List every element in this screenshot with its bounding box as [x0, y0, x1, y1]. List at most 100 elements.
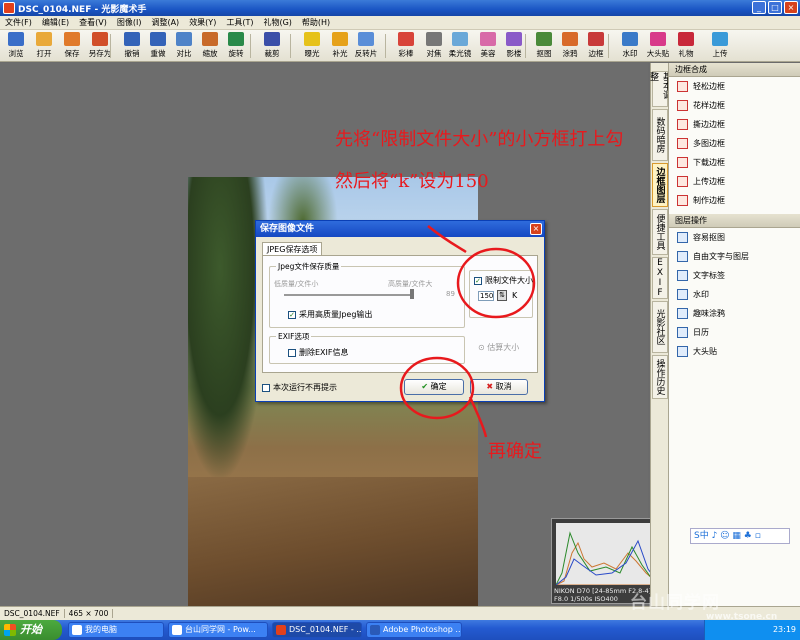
menu-item[interactable]: 礼物(G) [258, 17, 296, 28]
toolbar-zoom-button[interactable]: 缩放 [196, 32, 224, 60]
estimate-size-button[interactable]: ⊙ 估算大小 [478, 342, 519, 353]
border-panel-item[interactable]: 花样边框 [669, 96, 800, 115]
task-photo-editor[interactable]: DSC_0104.NEF - ... [272, 622, 362, 638]
quality-group-label: Jpeg文件保存质量 [276, 261, 342, 272]
exif-group: EXIF选项 删除EXIF信息 [269, 331, 465, 364]
ime-toolbar[interactable]: S中 ♪ ☺ ▦ ♣ ▫ [690, 528, 790, 544]
minimize-button[interactable]: _ [752, 1, 766, 14]
side-tab[interactable]: 数码暗房 [652, 109, 668, 161]
toolbar-studio-button[interactable]: 影楼 [500, 32, 528, 60]
layer-panel-item[interactable]: 大头贴 [669, 342, 800, 361]
toolbar-label: 旋转 [228, 49, 244, 58]
toolbar-fill-light-button[interactable]: 补光 [326, 32, 354, 60]
side-tab-strip: 基本调整数码暗房边框图层便捷工具 EXIF 光影社区操作历史 [648, 63, 671, 606]
side-tab[interactable]: 光影社区 [652, 301, 668, 353]
layer-panel-item[interactable]: 文字标签 [669, 266, 800, 285]
toolbar-redo-button[interactable]: 重做 [144, 32, 172, 60]
layer-panel-item[interactable]: 趣味涂鸦 [669, 304, 800, 323]
exif-group-label: EXIF选项 [276, 331, 312, 342]
layer-item-label: 自由文字与图层 [693, 252, 749, 261]
high-quality-checkbox[interactable]: ✓ [288, 310, 296, 319]
toolbar-rotate-button[interactable]: 旋转 [222, 32, 250, 60]
toolbar-border-button[interactable]: 边框 [582, 32, 610, 60]
cancel-button[interactable]: ✖ 取消 [470, 379, 528, 395]
border-item-icon [677, 119, 688, 130]
toolbar-browse-button[interactable]: 浏览 [2, 32, 30, 60]
limit-size-group: ✓ 限制文件大小 150 ⇅ K [469, 270, 533, 318]
border-panel-item[interactable]: 上传边框 [669, 172, 800, 191]
border-item-icon [677, 157, 688, 168]
layer-panel-header[interactable]: 图层操作 [669, 214, 800, 228]
border-panel-item[interactable]: 制作边框 [669, 191, 800, 210]
dialog-body: Jpeg文件保存质量 低质量/文件小 高质量/文件大 89 ✓ 采用高质量Jpeg… [262, 255, 538, 373]
task-photoshop[interactable]: Adobe Photoshop ... [366, 622, 462, 638]
close-button[interactable]: × [784, 1, 798, 14]
delete-exif-checkbox[interactable] [288, 348, 296, 357]
dont-show-checkbox[interactable] [262, 383, 270, 392]
delete-exif-option[interactable]: 删除EXIF信息 [288, 347, 349, 358]
dialog-close-button[interactable]: × [530, 223, 542, 235]
title-bar: DSC_0104.NEF - 光影魔术手 _ □ × [0, 0, 800, 16]
layer-panel-item[interactable]: 容易抠图 [669, 228, 800, 247]
ok-button[interactable]: ✔ 确定 [404, 379, 464, 395]
border-panel-item[interactable]: 轻松边框 [669, 77, 800, 96]
toolbar-label: 礼物 [678, 49, 694, 58]
tab-jpeg-options[interactable]: JPEG保存选项 [262, 242, 323, 256]
border-panel-item[interactable]: 下载边框 [669, 153, 800, 172]
toolbar-exposure-button[interactable]: 曝光 [298, 32, 326, 60]
toolbar-watermark-button[interactable]: 水印 [616, 32, 644, 60]
side-tab[interactable]: 便捷工具 [652, 209, 668, 255]
toolbar-crop-button[interactable]: 裁剪 [258, 32, 286, 60]
border-item-icon [677, 195, 688, 206]
watermark-url: www.tsone.cn [706, 612, 778, 622]
undo-icon [124, 32, 140, 46]
quality-slider-thumb[interactable] [410, 289, 414, 299]
toolbar-beauty-button[interactable]: 美容 [474, 32, 502, 60]
menu-item[interactable]: 查看(V) [74, 17, 112, 28]
menu-item[interactable]: 文件(F) [0, 17, 37, 28]
toolbar-sticker-button[interactable]: 大头贴 [644, 32, 672, 60]
menu-item[interactable]: 编辑(E) [37, 17, 74, 28]
layer-panel-item[interactable]: 日历 [669, 323, 800, 342]
side-tab[interactable]: 边框图层 [652, 163, 668, 207]
start-button[interactable]: 开始 [0, 620, 62, 640]
border-panel-item[interactable]: 多图边框 [669, 134, 800, 153]
layer-panel-item[interactable]: 水印 [669, 285, 800, 304]
task-browser[interactable]: 台山同学网 - Pow... [168, 622, 268, 638]
layer-panel-item[interactable]: 自由文字与图层 [669, 247, 800, 266]
toolbar-label: 对焦 [426, 49, 442, 58]
dont-show-option[interactable]: 本次运行不再提示 [262, 382, 337, 393]
toolbar-slide-film-button[interactable]: 反转片 [352, 32, 380, 60]
toolbar-gift-button[interactable]: 礼物 [672, 32, 700, 60]
limit-size-checkbox[interactable]: ✓ [474, 276, 482, 285]
side-tab[interactable]: 操作历史 [652, 355, 668, 399]
border-panel-item[interactable]: 撕边边框 [669, 115, 800, 134]
high-quality-output-option[interactable]: ✓ 采用高质量Jpeg输出 [288, 309, 372, 320]
menu-item[interactable]: 图像(I) [112, 17, 147, 28]
toolbar-compare-button[interactable]: 对比 [170, 32, 198, 60]
size-spinner[interactable]: ⇅ [497, 290, 507, 301]
menu-item[interactable]: 效果(Y) [184, 17, 221, 28]
task-my-computer[interactable]: 我的电脑 [68, 622, 164, 638]
toolbar-cutout-button[interactable]: 抠图 [530, 32, 558, 60]
menu-item[interactable]: 调整(A) [146, 17, 184, 28]
limit-size-option[interactable]: ✓ 限制文件大小 [474, 275, 533, 286]
menu-item[interactable]: 帮助(H) [297, 17, 335, 28]
toolbar-open-folder-button[interactable]: 打开 [30, 32, 58, 60]
toolbar-focus-button[interactable]: 对焦 [420, 32, 448, 60]
photoshop-icon [370, 625, 380, 635]
app-icon [3, 2, 15, 14]
size-limit-input[interactable]: 150 [478, 291, 494, 301]
toolbar-upload-button[interactable]: 上传 [706, 32, 734, 60]
toolbar-color-stick-button[interactable]: 彩棒 [392, 32, 420, 60]
border-panel-header[interactable]: 边框合成 [669, 63, 800, 77]
toolbar-save-button[interactable]: 保存 [58, 32, 86, 60]
toolbar-label: 打开 [36, 49, 52, 58]
toolbar-soft-light-button[interactable]: 柔光镜 [446, 32, 474, 60]
menu-item[interactable]: 工具(T) [221, 17, 258, 28]
toolbar-doodle-button[interactable]: 涂鸦 [556, 32, 584, 60]
maximize-button[interactable]: □ [768, 1, 782, 14]
side-tab[interactable]: 基本调整 [648, 71, 671, 107]
toolbar-undo-button[interactable]: 撤销 [118, 32, 146, 60]
side-tab[interactable]: EXIF [652, 257, 668, 299]
